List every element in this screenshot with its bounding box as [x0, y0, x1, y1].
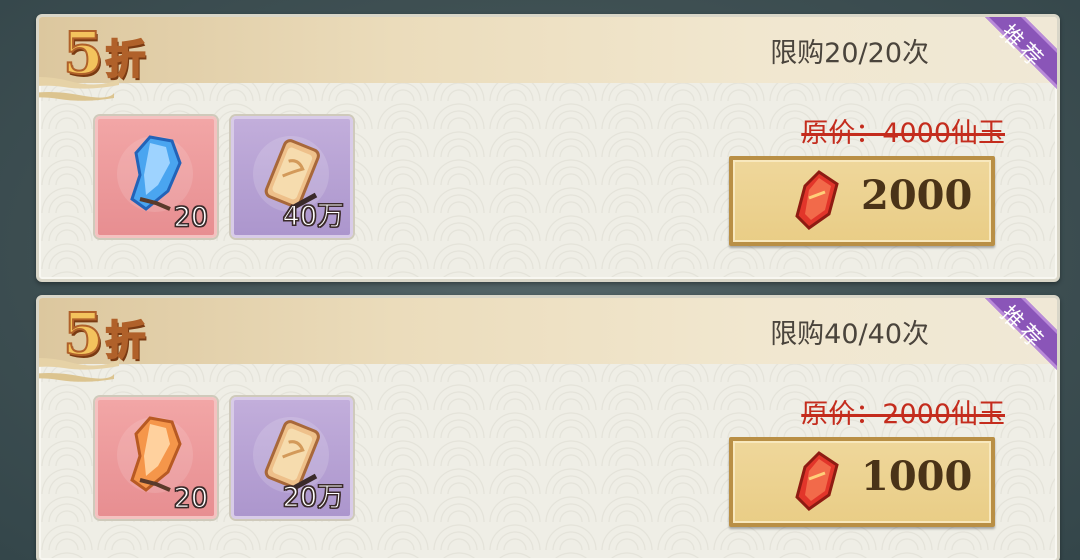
offer-card: 5折 限购20/20次 推荐 20 40万 原价：4000仙玉 2000: [36, 14, 1060, 282]
recommend-ribbon: 推荐: [962, 298, 1057, 393]
discount-number: 5: [62, 18, 104, 88]
item-quantity: 20: [173, 202, 208, 234]
buy-button[interactable]: 2000: [729, 156, 995, 246]
original-price: 原价：2000仙玉: [801, 399, 1005, 430]
reward-item-crystal[interactable]: 20: [95, 116, 217, 238]
original-price: 原价：4000仙玉: [801, 118, 1005, 149]
item-quantity: 40万: [282, 201, 344, 233]
reward-item-token[interactable]: 40万: [231, 116, 353, 238]
red-jade-icon: [795, 170, 839, 230]
discount-suffix: 折: [104, 35, 146, 84]
item-quantity: 20万: [282, 482, 344, 514]
discount-label: 5折: [62, 18, 146, 88]
offer-card: 5折 限购40/40次 推荐 20 20万 原价：2000仙玉 1000: [36, 295, 1060, 560]
buy-button[interactable]: 1000: [729, 437, 995, 527]
discount-label: 5折: [62, 299, 146, 369]
item-quantity: 20: [173, 483, 208, 515]
red-jade-icon: [795, 451, 839, 511]
price-value: 2000: [861, 172, 973, 219]
price-value: 1000: [861, 453, 973, 500]
reward-item-token[interactable]: 20万: [231, 397, 353, 519]
recommend-ribbon: 推荐: [962, 17, 1057, 112]
reward-item-crystal[interactable]: 20: [95, 397, 217, 519]
discount-number: 5: [62, 299, 104, 369]
discount-suffix: 折: [104, 316, 146, 365]
purchase-limit: 限购20/20次: [770, 38, 929, 69]
purchase-limit: 限购40/40次: [770, 319, 929, 350]
